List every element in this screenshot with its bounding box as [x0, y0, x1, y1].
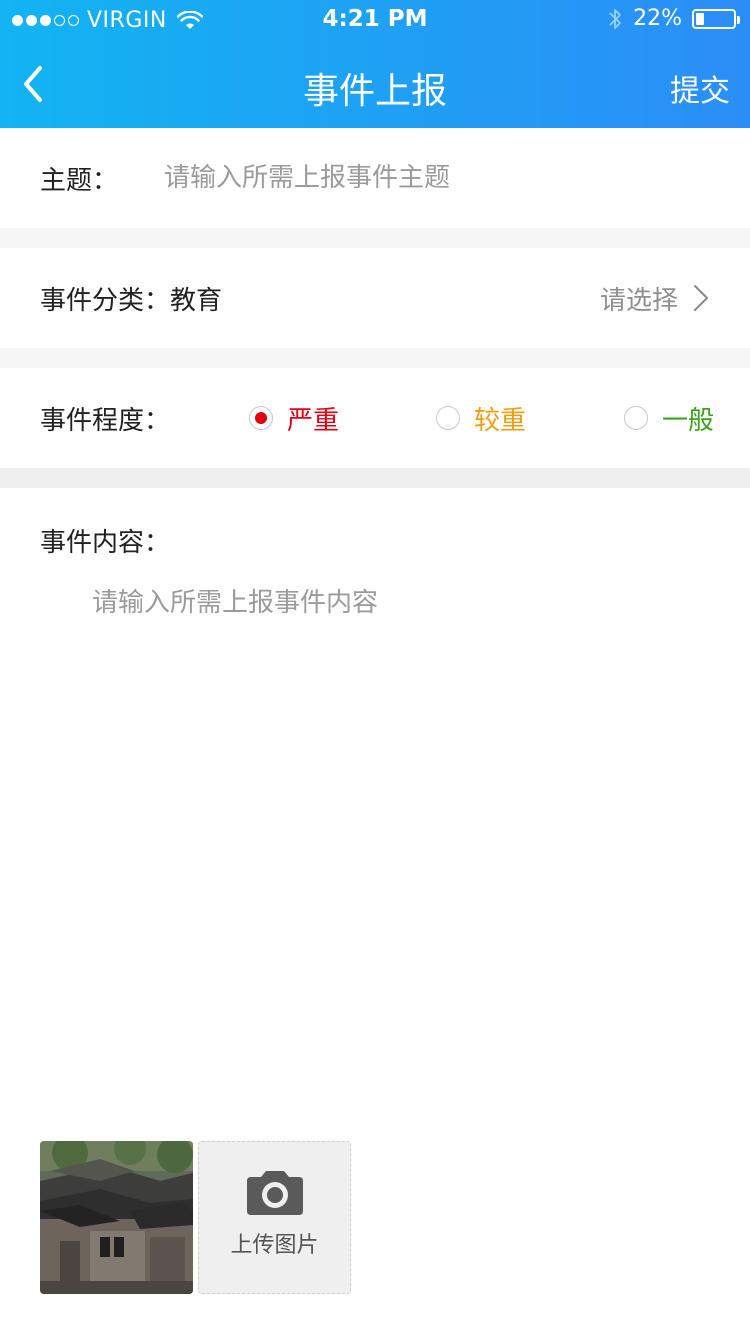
status-bar: VIRGIN 4:21 PM 22% [0, 0, 750, 40]
severity-option-label: 较重 [474, 405, 527, 436]
battery-fill [696, 12, 704, 25]
divider [0, 348, 750, 368]
navigation-bar: 事件上报 提交 [0, 40, 750, 128]
bluetooth-icon [609, 8, 621, 29]
status-right: 22% [607, 6, 740, 31]
category-row[interactable]: 事件分类：教育 请选择 [0, 248, 750, 348]
subject-input[interactable] [164, 158, 704, 198]
upload-image-button[interactable]: 上传图片 [198, 1141, 351, 1294]
upload-image-label: 上传图片 [230, 1232, 319, 1258]
chevron-right-icon [694, 285, 708, 311]
radio-selected-icon [249, 406, 273, 430]
old-houses-image [40, 1141, 193, 1294]
battery-icon [692, 8, 740, 29]
radio-unselected-icon [624, 406, 648, 430]
subject-row: 主题： [0, 128, 750, 228]
severity-option-severe[interactable]: 严重 [249, 400, 339, 437]
divider [0, 468, 750, 488]
subject-label: 主题： [40, 165, 119, 196]
severity-row: 事件程度： 严重 较重 一般 [0, 368, 750, 468]
severity-option-heavy[interactable]: 较重 [436, 400, 526, 437]
category-label: 事件分类：教育 [40, 285, 223, 316]
page-title: 事件上报 [302, 71, 447, 112]
severity-label: 事件程度： [40, 405, 171, 436]
divider [0, 228, 750, 248]
header: VIRGIN 4:21 PM 22% 事件上报 提交 [0, 0, 750, 128]
severity-option-label: 严重 [287, 405, 340, 436]
content-textarea[interactable] [92, 582, 702, 1082]
camera-icon [246, 1170, 303, 1215]
category-select[interactable]: 请选择 [600, 280, 710, 317]
severity-option-label: 一般 [662, 405, 715, 436]
radio-unselected-icon [436, 406, 460, 430]
submit-button[interactable]: 提交 [670, 66, 730, 110]
content-label: 事件内容： [40, 528, 171, 558]
battery-percent: 22% [633, 6, 682, 31]
attached-photo-thumbnail[interactable] [40, 1141, 193, 1294]
category-choose-label: 请选择 [599, 285, 678, 316]
severity-option-normal[interactable]: 一般 [624, 400, 714, 437]
